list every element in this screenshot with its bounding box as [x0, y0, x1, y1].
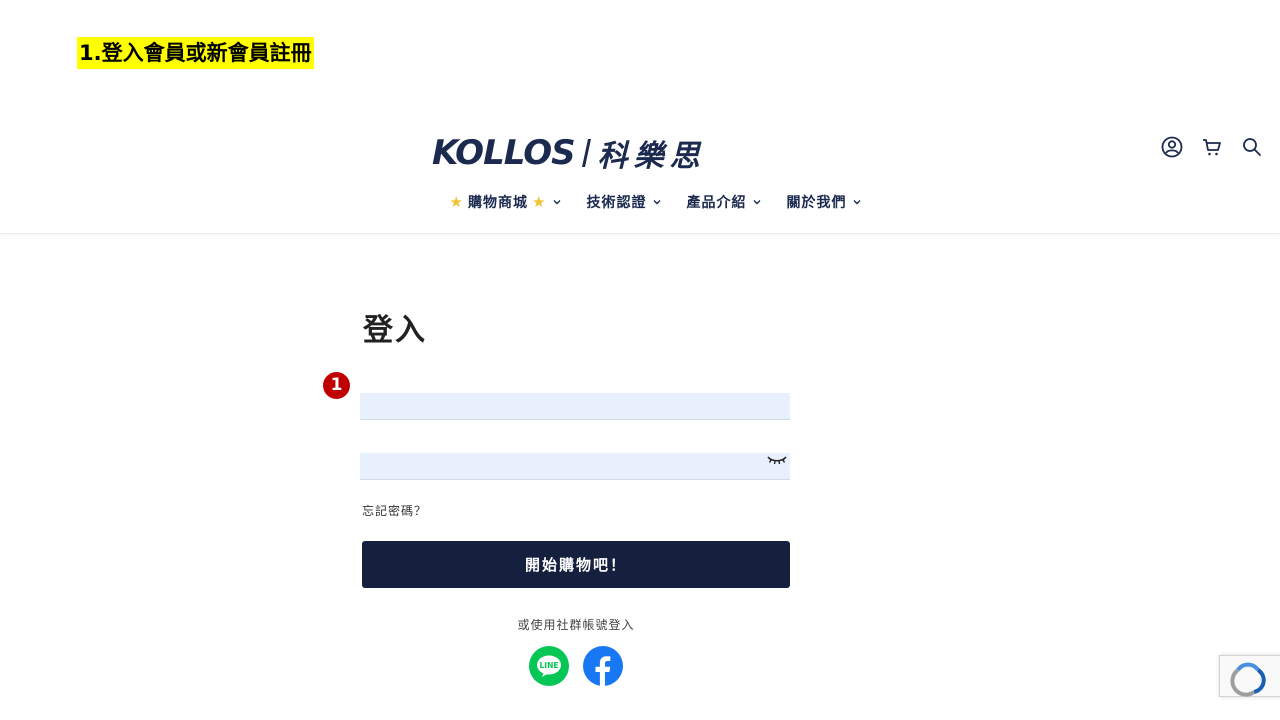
header-icons	[1160, 135, 1264, 159]
line-icon-label: LINE	[540, 661, 559, 670]
site-header: KOLLOS 科樂思 ★ 購物商城 ★ 技術認證 產品介紹 關於我們	[0, 110, 1280, 234]
chevron-down-icon	[552, 197, 562, 207]
step-marker-badge: 1	[323, 372, 350, 399]
main-nav: ★ 購物商城 ★ 技術認證 產品介紹 關於我們	[0, 190, 1280, 214]
login-title: 登入	[363, 313, 427, 348]
account-icon[interactable]	[1160, 135, 1184, 159]
password-field[interactable]	[360, 453, 790, 480]
brand-logo[interactable]: KOLLOS 科樂思	[432, 132, 706, 174]
nav-item-label: 技術認證	[586, 195, 647, 211]
nav-item-label: 購物商城	[468, 195, 528, 211]
recaptcha-badge[interactable]	[1219, 655, 1280, 697]
recaptcha-icon	[1230, 662, 1266, 697]
facebook-icon	[595, 656, 611, 686]
logo-chinese-name: 科樂思	[597, 139, 706, 174]
line-icon: LINE	[537, 655, 561, 677]
logo-divider	[581, 139, 591, 167]
search-icon[interactable]	[1240, 135, 1264, 159]
chevron-down-icon	[752, 197, 762, 207]
star-icon: ★	[532, 193, 547, 211]
logo-wordmark: KOLLOS	[432, 133, 576, 173]
nav-item-certification[interactable]: 技術認證	[586, 190, 662, 214]
facebook-login-button[interactable]	[583, 646, 623, 686]
page: 1.登入會員或新會員註冊 KOLLOS 科樂思 ★ 購物商城 ★ 技術認證 產品…	[0, 0, 1280, 720]
start-shopping-button[interactable]: 開始購物吧！	[362, 541, 790, 588]
nav-item-shop[interactable]: ★ 購物商城 ★	[450, 190, 563, 214]
nav-item-products[interactable]: 產品介紹	[686, 190, 762, 214]
chevron-down-icon	[652, 197, 662, 207]
toggle-password-visibility-icon[interactable]	[765, 451, 789, 467]
step-instruction-label: 1.登入會員或新會員註冊	[77, 37, 314, 69]
nav-item-label: 產品介紹	[686, 195, 747, 211]
forgot-password-link[interactable]: 忘記密碼？	[362, 502, 427, 519]
cart-icon[interactable]	[1200, 135, 1224, 159]
social-login-label: 或使用社群帳號登入	[517, 618, 635, 632]
email-field[interactable]	[360, 393, 790, 420]
nav-item-label: 關於我們	[786, 195, 847, 211]
star-icon: ★	[449, 193, 464, 211]
line-login-button[interactable]: LINE	[529, 646, 569, 686]
nav-item-about[interactable]: 關於我們	[786, 190, 862, 214]
chevron-down-icon	[852, 197, 862, 207]
